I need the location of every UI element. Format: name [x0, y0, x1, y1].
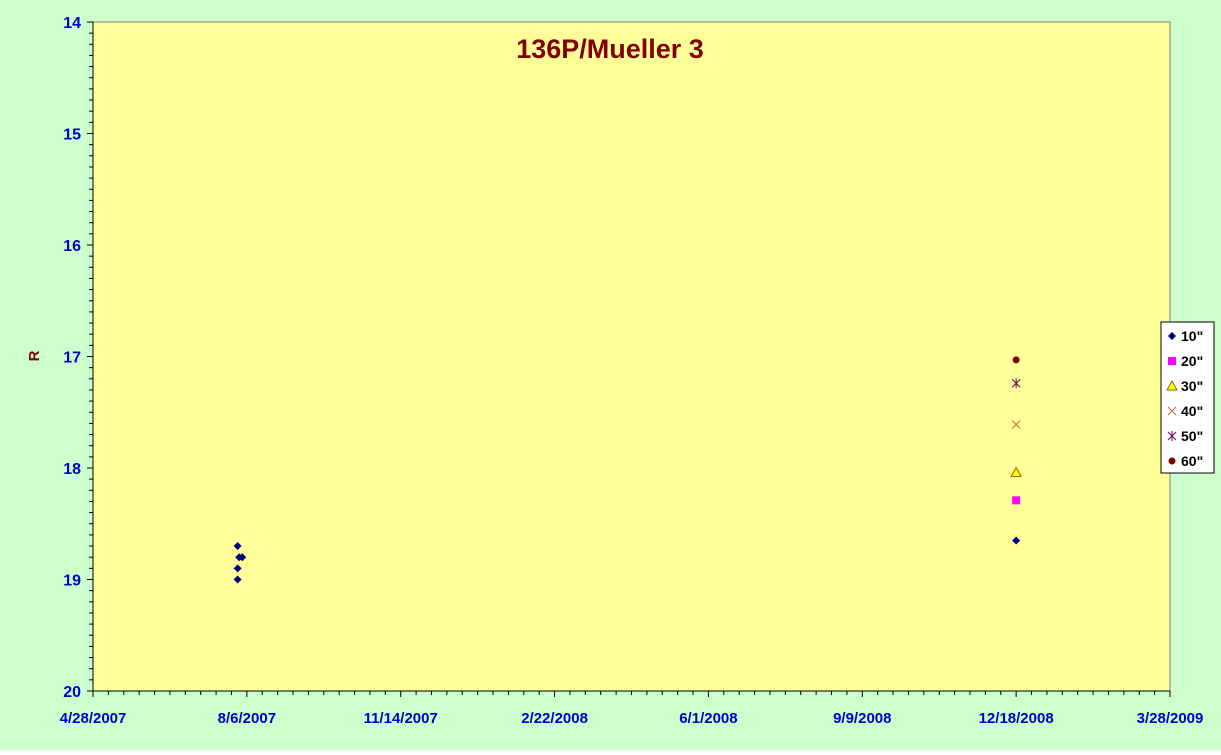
legend-label: 50" [1181, 428, 1203, 444]
scatter-chart: 14 15 16 17 18 19 20 4/28/2007 8/6/2007 11/14/20… [0, 0, 1221, 750]
x-tick-label: 12/18/2008 [979, 710, 1054, 727]
x-tick-label: 9/9/2008 [833, 710, 891, 727]
plot-area [92, 21, 1171, 692]
y-tick-label: 14 [63, 15, 81, 32]
legend-label: 60" [1181, 453, 1203, 469]
legend-marker [1168, 357, 1176, 365]
y-tick-label: 15 [63, 127, 81, 144]
legend-label: 20" [1181, 353, 1203, 369]
legend-label: 10" [1181, 328, 1203, 344]
x-tick-label: 6/1/2008 [679, 710, 737, 727]
legend-label: 40" [1181, 403, 1203, 419]
legend-marker [1168, 457, 1176, 465]
y-tick-label: 18 [63, 461, 81, 478]
y-tick-label: 20 [63, 684, 81, 701]
x-tick-label: 11/14/2007 [364, 710, 438, 727]
data-point [1012, 356, 1020, 364]
y-tick-label: 17 [63, 350, 81, 367]
chart-area: 14 15 16 17 18 19 20 4/28/2007 8/6/2007 11/14/20… [0, 0, 1221, 750]
y-tick-label: 19 [63, 573, 81, 590]
x-tick-label: 4/28/2007 [60, 710, 127, 727]
x-tick-label: 3/28/2009 [1137, 710, 1204, 727]
chart-title: 136P/Mueller 3 [516, 34, 704, 64]
legend: 10" 20" 30" 40" 50" 60" [1160, 321, 1215, 474]
y-tick-label: 16 [63, 238, 81, 255]
data-point [1012, 496, 1021, 505]
x-tick-label: 8/6/2007 [218, 710, 276, 727]
legend-label: 30" [1181, 378, 1203, 394]
y-axis-title: R [26, 350, 43, 361]
x-tick-label: 2/22/2008 [521, 710, 588, 727]
legend-box [1160, 321, 1215, 474]
